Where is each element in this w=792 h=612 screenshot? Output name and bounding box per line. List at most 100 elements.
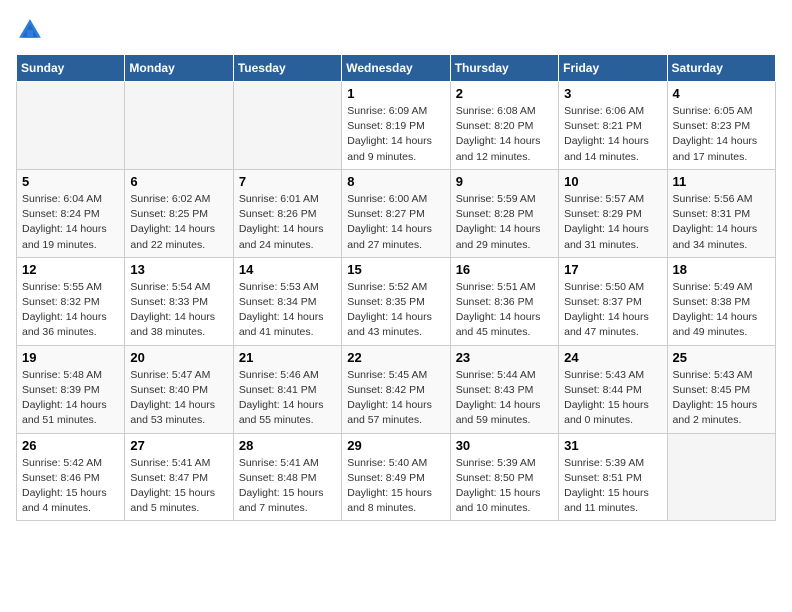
calendar-cell	[233, 82, 341, 170]
calendar-week-3: 12Sunrise: 5:55 AM Sunset: 8:32 PM Dayli…	[17, 257, 776, 345]
day-number: 16	[456, 262, 553, 277]
weekday-header-thursday: Thursday	[450, 55, 558, 82]
calendar-cell: 25 Sunrise: 5:43 AM Sunset: 8:45 PM Dayli…	[667, 345, 775, 433]
day-number: 9	[456, 174, 553, 189]
calendar-cell: 23Sunrise: 5:44 AM Sunset: 8:43 PM Dayli…	[450, 345, 558, 433]
day-info: Sunrise: 5:43 AM Sunset: 8:45 PM Dayligh…	[673, 368, 770, 429]
day-number: 30	[456, 438, 553, 453]
weekday-header-friday: Friday	[559, 55, 667, 82]
calendar-cell: 31Sunrise: 5:39 AM Sunset: 8:51 PM Dayli…	[559, 433, 667, 521]
weekday-header-tuesday: Tuesday	[233, 55, 341, 82]
calendar-cell: 1Sunrise: 6:09 AM Sunset: 8:19 PM Daylig…	[342, 82, 450, 170]
calendar-cell: 7 Sunrise: 6:01 AM Sunset: 8:26 PM Daylig…	[233, 169, 341, 257]
day-info: Sunrise: 5:44 AM Sunset: 8:43 PM Dayligh…	[456, 368, 553, 429]
weekday-header-saturday: Saturday	[667, 55, 775, 82]
day-info: Sunrise: 6:08 AM Sunset: 8:20 PM Dayligh…	[456, 104, 553, 165]
calendar-cell	[125, 82, 233, 170]
day-number: 8	[347, 174, 444, 189]
calendar-cell: 30 Sunrise: 5:39 AM Sunset: 8:50 PM Dayli…	[450, 433, 558, 521]
day-number: 26	[22, 438, 119, 453]
day-number: 24	[564, 350, 661, 365]
calendar-cell: 24 Sunrise: 5:43 AM Sunset: 8:44 PM Dayli…	[559, 345, 667, 433]
day-info: Sunrise: 5:47 AM Sunset: 8:40 PM Dayligh…	[130, 368, 227, 429]
day-info: Sunrise: 6:00 AM Sunset: 8:27 PM Dayligh…	[347, 192, 444, 253]
day-info: Sunrise: 5:59 AM Sunset: 8:28 PM Dayligh…	[456, 192, 553, 253]
day-info: Sunrise: 5:46 AM Sunset: 8:41 PM Dayligh…	[239, 368, 336, 429]
day-info: Sunrise: 5:53 AM Sunset: 8:34 PM Dayligh…	[239, 280, 336, 341]
calendar-cell: 21Sunrise: 5:46 AM Sunset: 8:41 PM Dayli…	[233, 345, 341, 433]
day-info: Sunrise: 5:41 AM Sunset: 8:48 PM Dayligh…	[239, 456, 336, 517]
calendar-cell	[667, 433, 775, 521]
day-info: Sunrise: 5:54 AM Sunset: 8:33 PM Dayligh…	[130, 280, 227, 341]
day-info: Sunrise: 6:06 AM Sunset: 8:21 PM Dayligh…	[564, 104, 661, 165]
day-info: Sunrise: 6:01 AM Sunset: 8:26 PM Dayligh…	[239, 192, 336, 253]
day-info: Sunrise: 6:04 AM Sunset: 8:24 PM Dayligh…	[22, 192, 119, 253]
calendar-cell: 17 Sunrise: 5:50 AM Sunset: 8:37 PM Dayli…	[559, 257, 667, 345]
calendar-cell: 22 Sunrise: 5:45 AM Sunset: 8:42 PM Dayli…	[342, 345, 450, 433]
day-number: 5	[22, 174, 119, 189]
day-info: Sunrise: 6:09 AM Sunset: 8:19 PM Dayligh…	[347, 104, 444, 165]
calendar-cell: 5 Sunrise: 6:04 AM Sunset: 8:24 PM Daylig…	[17, 169, 125, 257]
day-number: 18	[673, 262, 770, 277]
day-info: Sunrise: 6:02 AM Sunset: 8:25 PM Dayligh…	[130, 192, 227, 253]
day-number: 27	[130, 438, 227, 453]
day-info: Sunrise: 5:51 AM Sunset: 8:36 PM Dayligh…	[456, 280, 553, 341]
calendar-cell: 13Sunrise: 5:54 AM Sunset: 8:33 PM Dayli…	[125, 257, 233, 345]
calendar-cell: 8 Sunrise: 6:00 AM Sunset: 8:27 PM Daylig…	[342, 169, 450, 257]
day-number: 25	[673, 350, 770, 365]
calendar-cell: 29 Sunrise: 5:40 AM Sunset: 8:49 PM Dayli…	[342, 433, 450, 521]
calendar-cell: 3 Sunrise: 6:06 AM Sunset: 8:21 PM Daylig…	[559, 82, 667, 170]
logo-icon	[16, 16, 44, 44]
calendar-cell: 11 Sunrise: 5:56 AM Sunset: 8:31 PM Dayli…	[667, 169, 775, 257]
day-info: Sunrise: 5:52 AM Sunset: 8:35 PM Dayligh…	[347, 280, 444, 341]
page-header	[16, 16, 776, 44]
weekday-header-monday: Monday	[125, 55, 233, 82]
calendar-week-5: 26 Sunrise: 5:42 AM Sunset: 8:46 PM Dayli…	[17, 433, 776, 521]
calendar-cell: 27 Sunrise: 5:41 AM Sunset: 8:47 PM Dayli…	[125, 433, 233, 521]
logo	[16, 16, 48, 44]
day-number: 22	[347, 350, 444, 365]
day-info: Sunrise: 5:43 AM Sunset: 8:44 PM Dayligh…	[564, 368, 661, 429]
day-info: Sunrise: 5:49 AM Sunset: 8:38 PM Dayligh…	[673, 280, 770, 341]
day-info: Sunrise: 6:05 AM Sunset: 8:23 PM Dayligh…	[673, 104, 770, 165]
day-info: Sunrise: 5:39 AM Sunset: 8:50 PM Dayligh…	[456, 456, 553, 517]
day-info: Sunrise: 5:42 AM Sunset: 8:46 PM Dayligh…	[22, 456, 119, 517]
weekday-header-wednesday: Wednesday	[342, 55, 450, 82]
calendar-cell: 16 Sunrise: 5:51 AM Sunset: 8:36 PM Dayli…	[450, 257, 558, 345]
day-number: 11	[673, 174, 770, 189]
day-number: 15	[347, 262, 444, 277]
day-info: Sunrise: 5:56 AM Sunset: 8:31 PM Dayligh…	[673, 192, 770, 253]
day-info: Sunrise: 5:57 AM Sunset: 8:29 PM Dayligh…	[564, 192, 661, 253]
day-number: 29	[347, 438, 444, 453]
day-info: Sunrise: 5:45 AM Sunset: 8:42 PM Dayligh…	[347, 368, 444, 429]
day-number: 20	[130, 350, 227, 365]
calendar-cell: 12Sunrise: 5:55 AM Sunset: 8:32 PM Dayli…	[17, 257, 125, 345]
calendar-cell: 19 Sunrise: 5:48 AM Sunset: 8:39 PM Dayli…	[17, 345, 125, 433]
calendar-cell: 2Sunrise: 6:08 AM Sunset: 8:20 PM Daylig…	[450, 82, 558, 170]
day-number: 19	[22, 350, 119, 365]
calendar-cell: 15 Sunrise: 5:52 AM Sunset: 8:35 PM Dayli…	[342, 257, 450, 345]
day-number: 12	[22, 262, 119, 277]
calendar-cell: 4Sunrise: 6:05 AM Sunset: 8:23 PM Daylig…	[667, 82, 775, 170]
day-info: Sunrise: 5:48 AM Sunset: 8:39 PM Dayligh…	[22, 368, 119, 429]
day-number: 7	[239, 174, 336, 189]
calendar-table: SundayMondayTuesdayWednesdayThursdayFrid…	[16, 54, 776, 521]
day-info: Sunrise: 5:40 AM Sunset: 8:49 PM Dayligh…	[347, 456, 444, 517]
calendar-week-1: 1Sunrise: 6:09 AM Sunset: 8:19 PM Daylig…	[17, 82, 776, 170]
day-number: 10	[564, 174, 661, 189]
calendar-cell: 28 Sunrise: 5:41 AM Sunset: 8:48 PM Dayli…	[233, 433, 341, 521]
calendar-cell: 18 Sunrise: 5:49 AM Sunset: 8:38 PM Dayli…	[667, 257, 775, 345]
day-number: 31	[564, 438, 661, 453]
weekday-header-sunday: Sunday	[17, 55, 125, 82]
day-number: 6	[130, 174, 227, 189]
day-number: 3	[564, 86, 661, 101]
day-number: 17	[564, 262, 661, 277]
day-info: Sunrise: 5:50 AM Sunset: 8:37 PM Dayligh…	[564, 280, 661, 341]
calendar-cell: 26 Sunrise: 5:42 AM Sunset: 8:46 PM Dayli…	[17, 433, 125, 521]
day-number: 28	[239, 438, 336, 453]
day-info: Sunrise: 5:41 AM Sunset: 8:47 PM Dayligh…	[130, 456, 227, 517]
calendar-cell: 6 Sunrise: 6:02 AM Sunset: 8:25 PM Daylig…	[125, 169, 233, 257]
calendar-week-4: 19 Sunrise: 5:48 AM Sunset: 8:39 PM Dayli…	[17, 345, 776, 433]
day-number: 14	[239, 262, 336, 277]
calendar-cell	[17, 82, 125, 170]
